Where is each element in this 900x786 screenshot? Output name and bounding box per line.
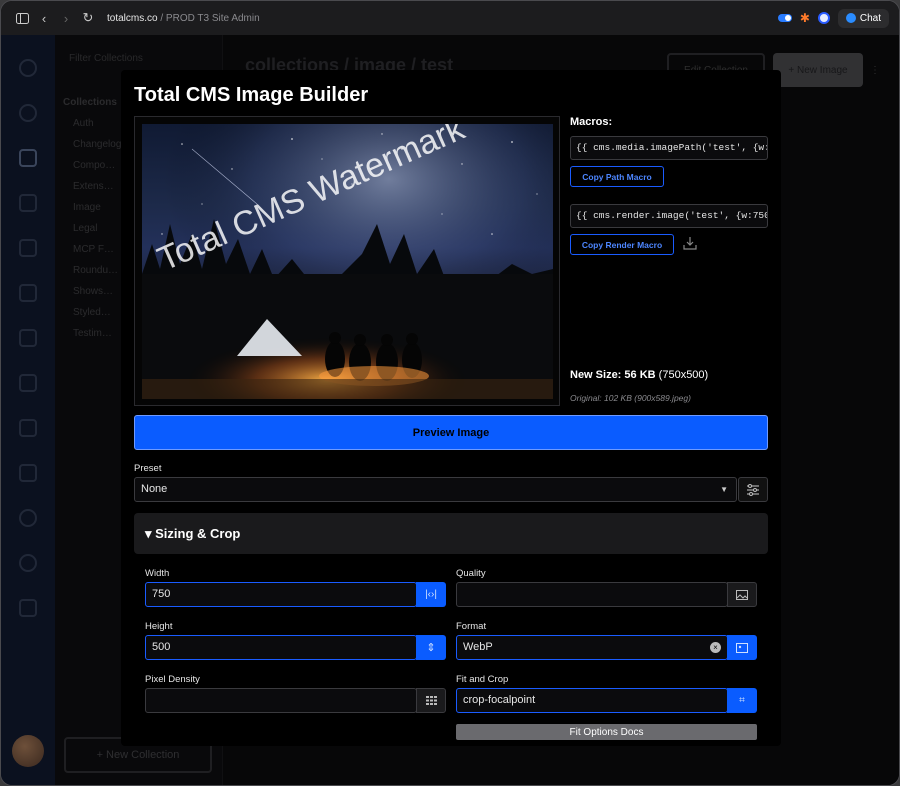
format-button[interactable] [727,635,757,660]
original-size-info: Original: 102 KB (900x589.jpeg) [570,393,691,403]
preview-image-button[interactable]: Preview Image [134,415,768,450]
quality-label: Quality [456,568,486,579]
page-title: PROD T3 Site Admin [165,12,260,24]
preset-select[interactable]: None ▼ [134,477,737,502]
crop-icon: ⌗ [739,695,745,706]
address-bar[interactable]: totalcms.co / PROD T3 Site Admin [107,13,260,24]
download-icon[interactable] [683,236,697,250]
fit-options-docs-button[interactable]: Fit Options Docs [456,724,757,740]
password-extension-icon[interactable] [817,12,830,24]
caret-down-icon: ▼ [720,485,728,494]
new-size-label: New Size: [570,369,622,381]
quality-input[interactable] [456,582,728,607]
pixel-density-input[interactable] [145,688,417,713]
macros-label: Macros: [570,116,613,128]
preset-value: None [141,483,168,495]
pixel-density-label: Pixel Density [145,674,200,685]
height-label: Height [145,621,173,632]
width-label: Width [145,568,170,579]
fit-crop-button[interactable]: ⌗ [727,688,757,713]
format-select[interactable]: WebP [456,635,728,660]
copy-path-macro-button[interactable]: Copy Path Macro [570,166,664,187]
resize-horizontal-icon: |‹›| [425,589,437,600]
toggle-extension-icon[interactable] [777,14,792,22]
image-icon [736,589,748,600]
width-lock-button[interactable]: |‹›| [416,582,446,607]
modal-title: Total CMS Image Builder [134,84,369,106]
height-input[interactable]: 500 [145,635,417,660]
browser-toolbar: ‹ › ↻ totalcms.co / PROD T3 Site Admin ✱… [1,1,899,35]
width-input[interactable]: 750 [145,582,417,607]
url-domain: totalcms.co [107,12,158,24]
sidebar-toggle-icon[interactable] [11,7,33,29]
reload-icon[interactable]: ↻ [77,7,99,29]
browser-window: ‹ › ↻ totalcms.co / PROD T3 Site Admin ✱… [0,0,900,786]
resize-vertical-icon: ⇕ [426,642,436,654]
sparkle-extension-icon[interactable]: ✱ [800,11,810,25]
path-macro-field[interactable]: {{ cms.media.imagePath('test', {w:750 [570,136,768,160]
render-macro-field[interactable]: {{ cms.render.image('test', {w:750, [570,204,768,228]
sizing-crop-section-header[interactable]: ▾ Sizing & Crop [134,513,768,554]
sliders-icon [747,483,759,496]
chat-button[interactable]: Chat [837,8,889,28]
quality-button[interactable] [727,582,757,607]
preview-image: Total CMS Watermark [142,124,553,399]
back-icon[interactable]: ‹ [33,7,55,29]
preset-settings-button[interactable] [738,477,768,502]
fit-crop-input[interactable]: crop-focalpoint [456,688,728,713]
grid-icon [425,696,437,705]
image-builder-modal: Total CMS Image Builder Total CMS Waterm… [121,70,781,746]
new-size-value: 56 KB [624,369,656,381]
forward-icon[interactable]: › [55,7,77,29]
image-file-icon [736,642,748,653]
format-label: Format [456,621,487,632]
pixel-density-button[interactable] [416,688,446,713]
height-lock-button[interactable]: ⇕ [416,635,446,660]
copy-render-macro-button[interactable]: Copy Render Macro [570,234,674,255]
new-size-dimensions: (750x500) [658,369,709,381]
chat-bubble-icon [845,13,856,23]
image-preview-frame: Total CMS Watermark [134,116,560,406]
chat-label: Chat [859,12,881,24]
new-size-info: New Size: 56 KB (750x500) [570,369,708,381]
clear-format-icon[interactable]: × [710,642,721,653]
preset-label: Preset [134,463,162,474]
fit-crop-label: Fit and Crop [456,674,509,685]
